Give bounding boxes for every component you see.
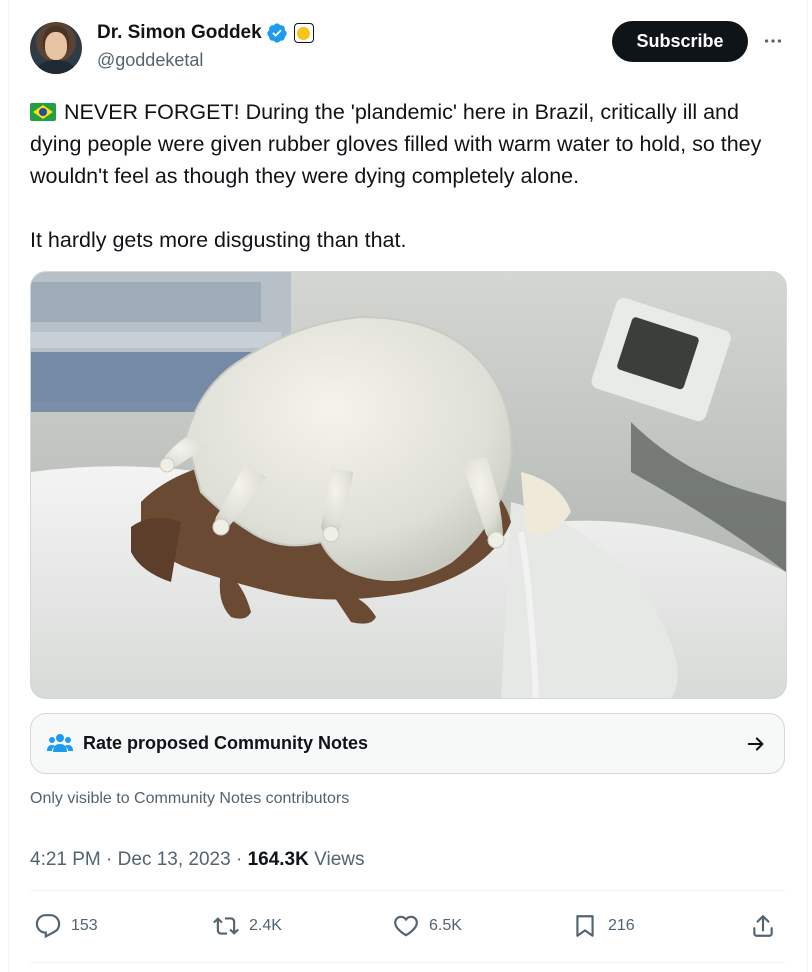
people-group-icon xyxy=(47,734,73,752)
tweet-meta: 4:21 PM · Dec 13, 2023 · 164.3K Views xyxy=(30,849,364,871)
community-notes-visibility: Only visible to Community Notes contribu… xyxy=(30,790,350,807)
tweet-body: NEVER FORGET! During the 'plandemic' her… xyxy=(30,100,762,252)
repost-icon xyxy=(213,917,239,935)
reply-icon xyxy=(35,914,61,939)
bookmark-button[interactable]: 216 xyxy=(572,913,635,939)
tweet-photo[interactable] xyxy=(30,271,787,699)
reply-button[interactable]: 153 xyxy=(35,913,98,939)
share-icon xyxy=(753,915,773,937)
author-name-row: Dr. Simon Goddek xyxy=(97,22,314,44)
divider xyxy=(30,962,785,963)
repost-button[interactable]: 2.4K xyxy=(213,913,282,939)
meta-separator: · xyxy=(230,849,248,870)
author-name[interactable]: Dr. Simon Goddek xyxy=(97,22,262,44)
bookmark-icon xyxy=(576,915,594,937)
tweet-text: NEVER FORGET! During the 'plandemic' her… xyxy=(30,96,790,256)
tweet-time[interactable]: 4:21 PM xyxy=(30,849,101,870)
views-count: 164.3K xyxy=(247,849,309,870)
affiliation-badge-icon xyxy=(293,23,314,43)
repost-count: 2.4K xyxy=(249,917,282,934)
share-button[interactable] xyxy=(750,913,776,939)
divider xyxy=(30,890,785,891)
meta-separator: · xyxy=(100,849,118,870)
action-bar: 153 2.4K 6.5K 216 xyxy=(30,913,785,945)
author-handle[interactable]: @goddeketal xyxy=(97,50,203,71)
like-count: 6.5K xyxy=(429,917,462,934)
like-button[interactable]: 6.5K xyxy=(393,913,462,939)
bookmark-count: 216 xyxy=(608,917,635,934)
arrow-right-icon xyxy=(747,737,764,751)
author-avatar[interactable] xyxy=(30,22,82,74)
community-notes-card[interactable]: Rate proposed Community Notes xyxy=(30,713,785,774)
more-horizontal-icon[interactable] xyxy=(762,30,784,52)
avatar-body xyxy=(36,60,76,74)
tweet-date[interactable]: Dec 13, 2023 xyxy=(118,849,231,870)
heart-icon xyxy=(394,915,418,937)
subscribe-button[interactable]: Subscribe xyxy=(612,21,748,62)
reply-count: 153 xyxy=(71,917,98,934)
photo-hospital-scene xyxy=(31,272,786,698)
brazil-flag-icon xyxy=(30,103,56,121)
community-notes-label: Rate proposed Community Notes xyxy=(83,733,369,753)
verified-badge-icon xyxy=(267,23,287,43)
avatar-face xyxy=(45,32,67,60)
views-label: Views xyxy=(308,849,365,870)
